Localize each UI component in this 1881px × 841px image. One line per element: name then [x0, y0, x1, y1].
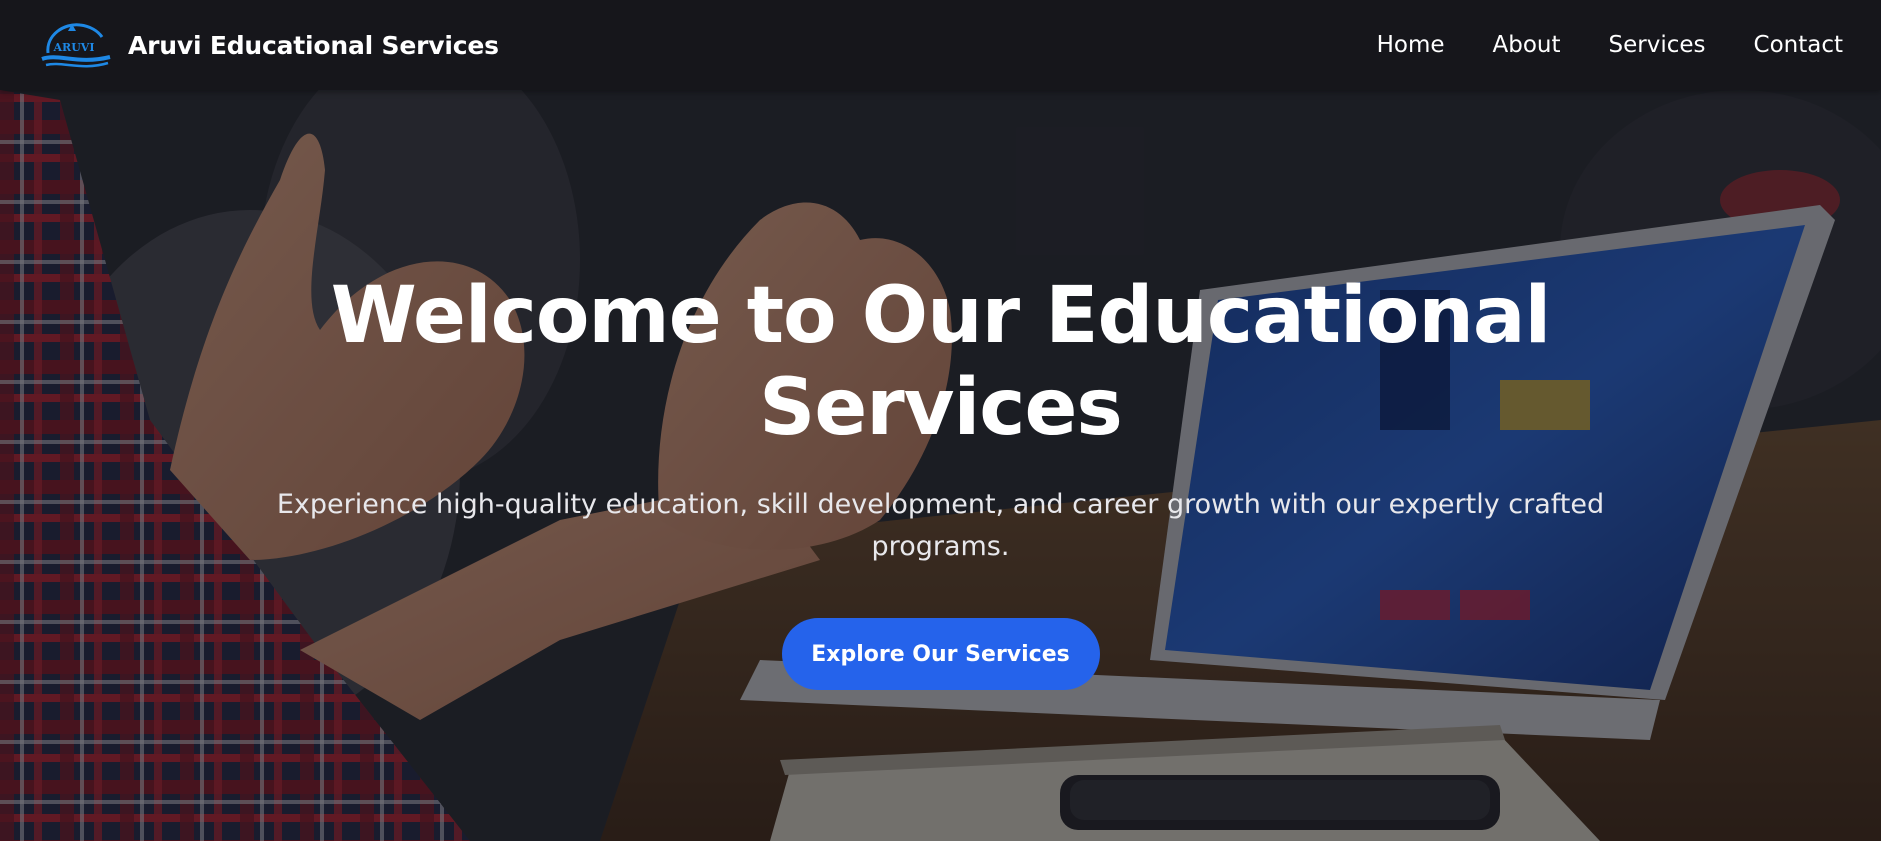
- hero-section: Welcome to Our Educational Services Expe…: [0, 270, 1881, 690]
- nav-contact-link[interactable]: Contact: [1754, 32, 1843, 58]
- main-nav: Home About Services Contact: [1377, 32, 1843, 58]
- nav-home-link[interactable]: Home: [1377, 32, 1445, 58]
- explore-services-button[interactable]: Explore Our Services: [781, 618, 1100, 690]
- hero-subtitle: Experience high-quality education, skill…: [276, 489, 1605, 562]
- nav-services-link[interactable]: Services: [1609, 32, 1706, 58]
- nav-about-link[interactable]: About: [1493, 32, 1561, 58]
- logo-text: ARUVI: [53, 41, 95, 54]
- aruvi-logo-icon: ARUVI: [41, 23, 111, 68]
- top-navbar: ARUVI Aruvi Educational Services Home Ab…: [0, 0, 1881, 90]
- brand-name: Aruvi Educational Services: [128, 30, 499, 60]
- hero-title: Welcome to Our Educational Services: [330, 271, 1552, 453]
- brand[interactable]: ARUVI Aruvi Educational Services: [38, 17, 499, 73]
